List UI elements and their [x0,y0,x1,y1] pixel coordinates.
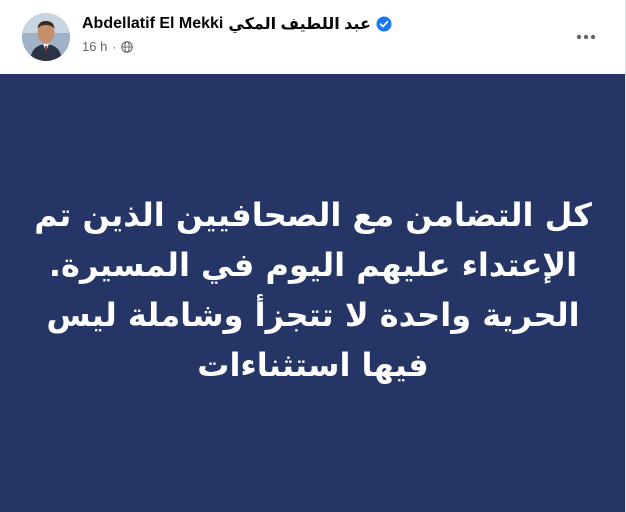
more-options-icon [576,34,596,40]
text-post-card: كل التضامن مع الصحافيين الذين تم الإعتدا… [0,74,626,512]
timestamp[interactable]: 16 h [82,39,107,54]
verified-badge-icon [376,16,392,32]
facebook-post: Abdellatif El Mekki عبد اللطيف المكي 16 … [0,0,626,512]
avatar-image [22,13,70,61]
author-name[interactable]: Abdellatif El Mekki [82,15,223,33]
author-line: Abdellatif El Mekki عبد اللطيف المكي [82,13,392,35]
globe-icon[interactable] [121,40,134,53]
post-meta: 16 h · [82,39,134,54]
separator-dot: · [112,39,117,54]
more-options-button[interactable] [568,19,604,55]
post-text: كل التضامن مع الصحافيين الذين تم الإعتدا… [34,196,592,384]
author-name-arabic[interactable]: عبد اللطيف المكي [228,14,371,34]
avatar[interactable] [22,13,70,61]
post-header: Abdellatif El Mekki عبد اللطيف المكي 16 … [0,0,626,74]
